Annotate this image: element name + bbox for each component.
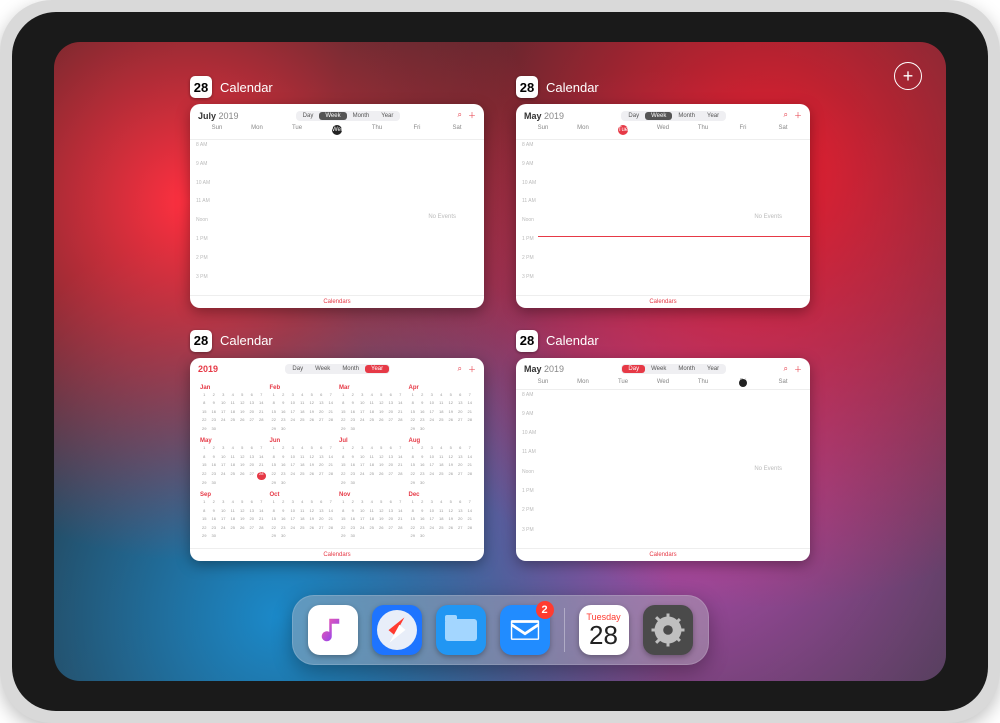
no-events-label: No Events: [428, 214, 456, 220]
weekday-header: Sun Mon Tue Wed Thu Fri Sat: [516, 379, 810, 390]
ipad-device: + 28 Calendar July 2019: [0, 0, 1000, 723]
window-card-header[interactable]: 28 Calendar: [516, 76, 810, 98]
window-thumbnail[interactable]: May 2019 Day Week Month Year ⌕ ＋: [516, 358, 810, 562]
mail-badge: 2: [536, 601, 554, 619]
hour-labels: 8 AM 9 AM 10 AM 11 AM Noon 1 PM 2 PM 3 P…: [516, 390, 538, 549]
calendars-footer[interactable]: Calendars: [516, 548, 810, 561]
toolbar-icons[interactable]: ⌕ ＋: [784, 110, 802, 121]
compass-icon: [377, 610, 417, 650]
window-card[interactable]: 28 Calendar July 2019 Day Week Month: [190, 76, 484, 308]
new-window-button[interactable]: +: [894, 62, 922, 90]
add-event-icon[interactable]: ＋: [794, 110, 802, 121]
folder-icon: [445, 619, 477, 641]
window-thumbnail[interactable]: 2019 Day Week Month Year ⌕ ＋: [190, 358, 484, 562]
weekday-header: Sun Mon Tue Wed Thu Fri Sat: [190, 125, 484, 140]
week-grid: 8 AM 9 AM 10 AM 11 AM Noon 1 PM 2 PM 3 P…: [516, 390, 810, 549]
window-card[interactable]: 28 Calendar May 2019 Day Week Month: [516, 330, 810, 562]
view-segmented-control[interactable]: Day Week Month Year: [621, 364, 726, 374]
search-icon[interactable]: ⌕: [784, 364, 788, 375]
calendar-title: 2019: [198, 364, 218, 374]
dock-container: 2 Tuesday 28: [54, 595, 946, 665]
files-app-icon[interactable]: [436, 605, 486, 655]
calendar-title: May 2019: [524, 364, 564, 374]
mini-month: Dec1234567891011121314151617181920212223…: [409, 492, 475, 542]
hour-labels: 8 AM 9 AM 10 AM 11 AM Noon 1 PM 2 PM 3 P…: [516, 140, 538, 295]
window-card-header[interactable]: 28 Calendar: [190, 76, 484, 98]
toolbar-icons[interactable]: ⌕ ＋: [784, 364, 802, 375]
mini-month: Jan1234567891011121314151617181920212223…: [200, 385, 266, 435]
ipad-bezel: + 28 Calendar July 2019: [12, 12, 988, 711]
add-event-icon[interactable]: ＋: [468, 364, 476, 375]
mini-month: Jun1234567891011121314151617181920212223…: [270, 438, 336, 488]
mini-month: Aug1234567891011121314151617181920212223…: [409, 438, 475, 488]
search-icon[interactable]: ⌕: [458, 110, 462, 121]
calendars-footer[interactable]: Calendars: [190, 548, 484, 561]
mini-month: Jul1234567891011121314151617181920212223…: [339, 438, 405, 488]
mini-month: Feb1234567891011121314151617181920212223…: [270, 385, 336, 435]
calendar-app-icon: 28: [190, 76, 212, 98]
window-thumbnail[interactable]: May 2019 Day Week Month Year ⌕ ＋: [516, 104, 810, 308]
week-grid: 8 AM 9 AM 10 AM 11 AM Noon 1 PM 2 PM 3 P…: [190, 140, 484, 295]
window-thumbnail[interactable]: July 2019 Day Week Month Year ⌕ ＋: [190, 104, 484, 308]
dock-divider: [564, 608, 565, 652]
no-events-label: No Events: [754, 466, 782, 472]
mail-app-icon[interactable]: 2: [500, 605, 550, 655]
dock: 2 Tuesday 28: [292, 595, 709, 665]
view-segmented-control[interactable]: Day Week Month Year: [285, 364, 390, 374]
add-event-icon[interactable]: ＋: [794, 364, 802, 375]
mini-month: Nov1234567891011121314151617181920212223…: [339, 492, 405, 542]
view-segmented-control[interactable]: Day Week Month Year: [296, 111, 401, 121]
window-app-name: Calendar: [546, 80, 599, 95]
gear-icon: [650, 612, 686, 648]
calendar-app-icon: 28: [190, 330, 212, 352]
toolbar-icons[interactable]: ⌕ ＋: [458, 110, 476, 121]
safari-app-icon[interactable]: [372, 605, 422, 655]
mini-month: Sep1234567891011121314151617181920212223…: [200, 492, 266, 542]
view-segmented-control[interactable]: Day Week Month Year: [621, 111, 726, 121]
mini-month: Apr1234567891011121314151617181920212223…: [409, 385, 475, 435]
window-card[interactable]: 28 Calendar May 2019 Day Week Month: [516, 76, 810, 308]
window-card[interactable]: 28 Calendar 2019 Day Week Month: [190, 330, 484, 562]
hour-labels: 8 AM 9 AM 10 AM 11 AM Noon 1 PM 2 PM 3 P…: [190, 140, 212, 295]
window-card-header[interactable]: 28 Calendar: [516, 330, 810, 352]
ipad-screen: + 28 Calendar July 2019: [54, 42, 946, 681]
mini-month: May1234567891011121314151617181920212223…: [200, 438, 266, 488]
mini-month: Oct1234567891011121314151617181920212223…: [270, 492, 336, 542]
toolbar-icons[interactable]: ⌕ ＋: [458, 364, 476, 375]
window-app-name: Calendar: [220, 80, 273, 95]
week-grid: 8 AM 9 AM 10 AM 11 AM Noon 1 PM 2 PM 3 P…: [516, 140, 810, 295]
music-note-icon: [318, 615, 348, 645]
envelope-icon: [508, 613, 542, 647]
add-event-icon[interactable]: ＋: [468, 110, 476, 121]
no-events-label: No Events: [754, 214, 782, 220]
window-card-header[interactable]: 28 Calendar: [190, 330, 484, 352]
year-grid: Jan1234567891011121314151617181920212223…: [190, 379, 484, 549]
settings-app-icon[interactable]: [643, 605, 693, 655]
search-icon[interactable]: ⌕: [458, 364, 462, 375]
app-expose-grid: 28 Calendar July 2019 Day Week Month: [190, 76, 810, 561]
calendar-title: July 2019: [198, 111, 239, 121]
calendar-app-icon: 28: [516, 330, 538, 352]
calendars-footer[interactable]: Calendars: [516, 295, 810, 308]
plus-icon: +: [903, 67, 914, 85]
weekday-header: Sun Mon Tue Wed Thu Fri Sat: [516, 125, 810, 140]
calendar-app-icon[interactable]: Tuesday 28: [579, 605, 629, 655]
calendar-title: May 2019: [524, 111, 564, 121]
search-icon[interactable]: ⌕: [784, 110, 788, 121]
mini-month: Mar1234567891011121314151617181920212223…: [339, 385, 405, 435]
music-app-icon[interactable]: [308, 605, 358, 655]
calendar-app-icon: 28: [516, 76, 538, 98]
window-app-name: Calendar: [220, 333, 273, 348]
window-app-name: Calendar: [546, 333, 599, 348]
calendars-footer[interactable]: Calendars: [190, 295, 484, 308]
calendar-daynum-label: 28: [589, 622, 618, 648]
now-indicator: [538, 236, 810, 237]
